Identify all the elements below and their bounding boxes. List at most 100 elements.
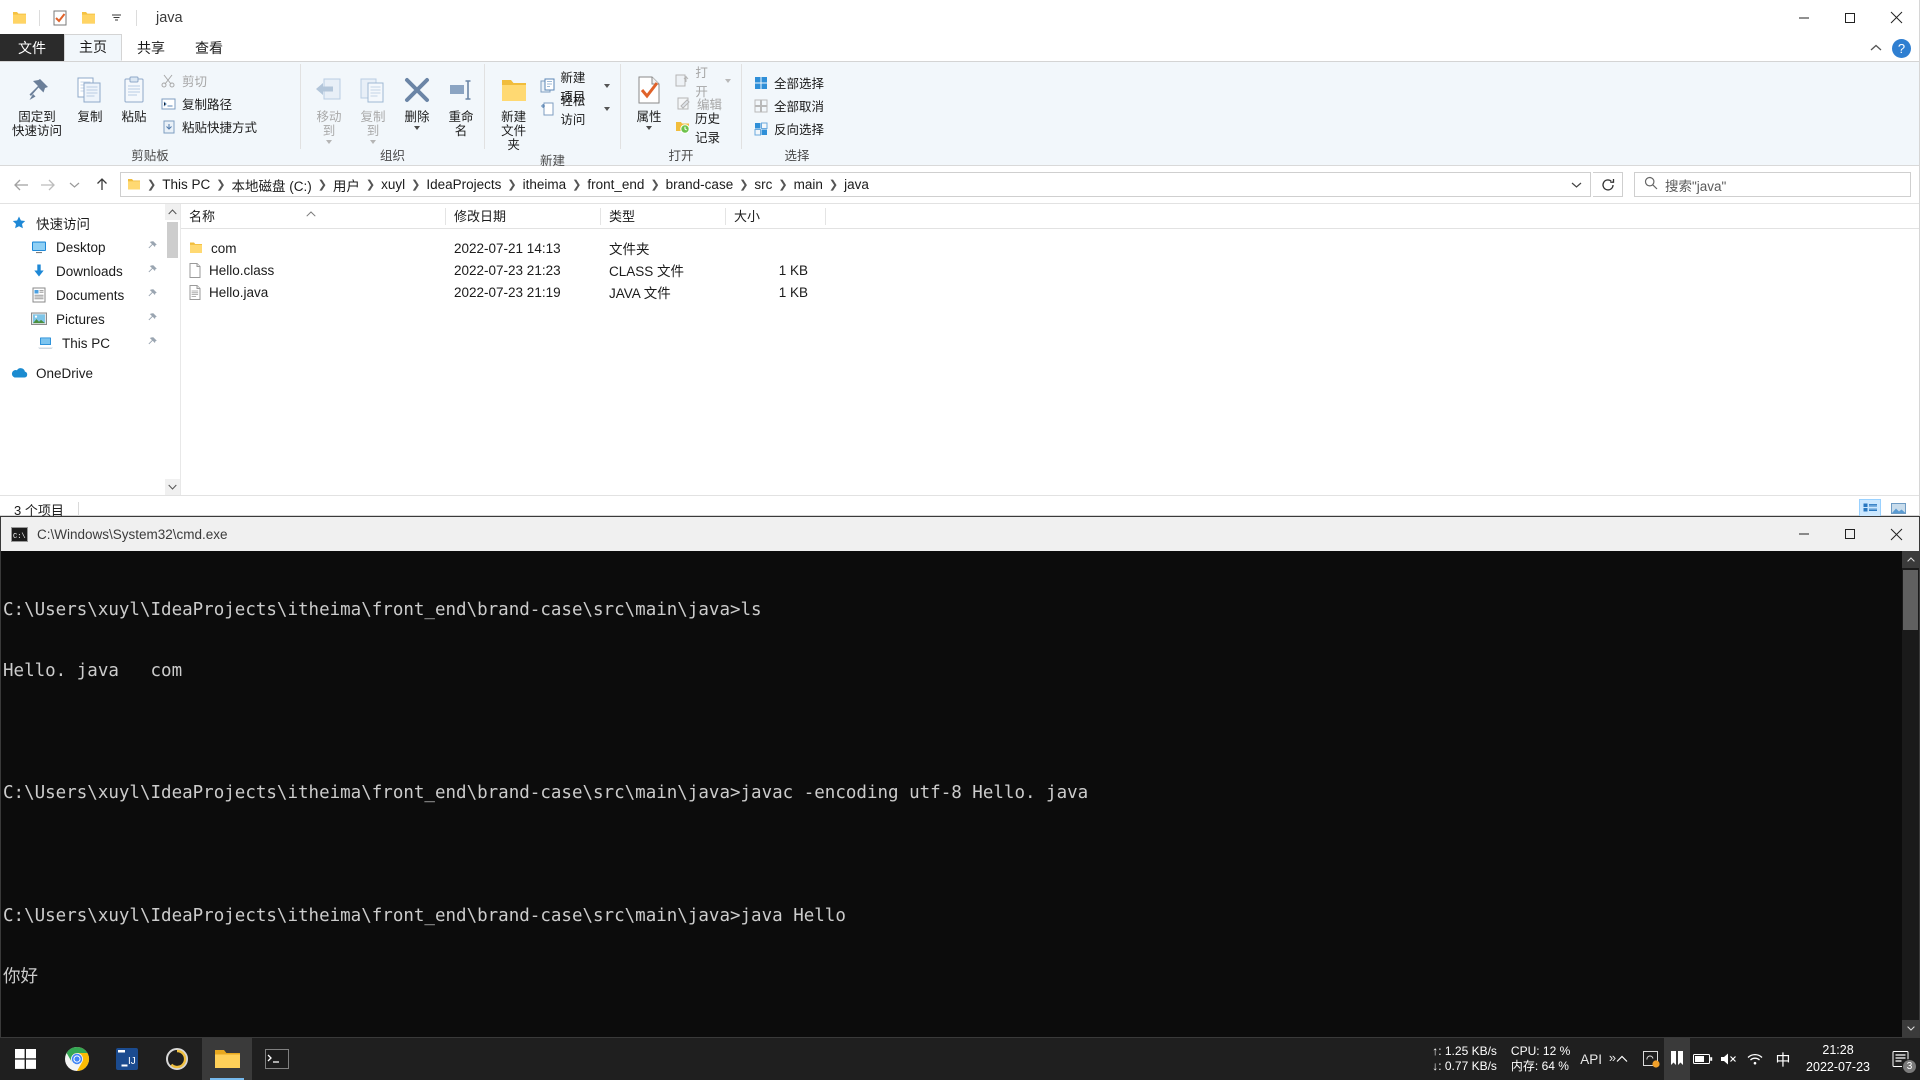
table-row[interactable]: com 2022-07-21 14:13 文件夹 <box>181 237 1919 259</box>
pin-icon[interactable] <box>146 288 158 303</box>
tab-file[interactable]: 文件 <box>0 34 64 61</box>
sidebar-item-pictures[interactable]: Pictures <box>0 307 180 331</box>
sidebar-item-downloads[interactable]: Downloads <box>0 259 180 283</box>
sidebar-item-documents[interactable]: Documents <box>0 283 180 307</box>
delete-button[interactable]: 删除 <box>395 67 439 130</box>
refresh-button[interactable] <box>1593 172 1623 197</box>
chevron-down-icon[interactable] <box>370 140 376 144</box>
breadcrumb-item-5[interactable]: itheima <box>519 175 571 194</box>
table-row[interactable]: Hello.java 2022-07-23 21:19 JAVA 文件 1 KB <box>181 281 1919 303</box>
sidebar-item-quick-access[interactable]: 快速访问 <box>0 211 180 235</box>
breadcrumb-item-2[interactable]: 用户 <box>329 173 364 196</box>
chevron-down-icon[interactable] <box>646 126 652 130</box>
breadcrumb-item-0[interactable]: This PC <box>158 175 214 194</box>
breadcrumb-item-7[interactable]: brand-case <box>662 175 738 194</box>
volume-mute-icon[interactable] <box>1716 1038 1742 1080</box>
pin-icon[interactable] <box>146 336 158 351</box>
move-to-button[interactable]: 移动到 <box>307 67 351 144</box>
properties-button[interactable]: 属性 <box>627 67 671 130</box>
breadcrumb-item-8[interactable]: src <box>750 175 776 194</box>
taskbar-app-spiral[interactable] <box>152 1038 202 1080</box>
select-none-button[interactable]: 全部取消 <box>748 95 828 116</box>
sidebar-item-onedrive[interactable]: OneDrive <box>0 361 180 385</box>
cmd-maximize-button[interactable] <box>1827 517 1873 551</box>
chevron-down-icon[interactable] <box>725 78 731 83</box>
qat-dropdown-icon[interactable] <box>105 7 127 29</box>
sidebar-item-this-pc[interactable]: This PC <box>0 331 180 355</box>
taskbar-file-explorer[interactable] <box>202 1038 252 1080</box>
column-header-type[interactable]: 类型 <box>601 204 726 229</box>
overflow-chevron-icon[interactable]: » <box>1609 1050 1616 1065</box>
navpane-scrollbar[interactable] <box>165 204 180 495</box>
forward-button[interactable] <box>35 172 60 197</box>
folder-icon[interactable] <box>8 7 30 29</box>
easy-access-button[interactable]: 轻松访问 <box>536 94 614 127</box>
breadcrumb-item-1[interactable]: 本地磁盘 (C:) <box>227 173 315 196</box>
pin-to-quick-access-button[interactable]: 固定到 快速访问 <box>6 67 68 138</box>
api-label[interactable]: API » <box>1576 1050 1616 1067</box>
history-button[interactable]: 历史记录 <box>671 112 735 145</box>
taskbar-cmd[interactable] <box>252 1038 302 1080</box>
clock[interactable]: 21:28 2022-07-23 <box>1798 1042 1882 1076</box>
column-header-name[interactable]: 名称 <box>181 204 446 229</box>
console-output[interactable]: C:\Users\xuyl\IdeaProjects\itheima\front… <box>1 551 1919 1037</box>
scroll-down-icon[interactable] <box>1902 1020 1919 1037</box>
breadcrumb-item-9[interactable]: main <box>790 175 827 194</box>
tab-view[interactable]: 查看 <box>180 35 238 61</box>
maximize-button[interactable] <box>1827 0 1873 35</box>
onedrive-sync-icon[interactable] <box>1638 1038 1664 1080</box>
chevron-down-icon[interactable] <box>604 83 610 88</box>
column-header-size[interactable]: 大小 <box>726 204 826 229</box>
chevron-down-icon[interactable] <box>1564 173 1588 196</box>
scrollbar-thumb[interactable] <box>167 222 178 258</box>
breadcrumb-item-6[interactable]: front_end <box>583 175 648 194</box>
search-input[interactable]: 搜索"java" <box>1634 172 1911 197</box>
pin-icon[interactable] <box>146 312 158 327</box>
paste-button[interactable]: 粘贴 <box>112 67 156 124</box>
close-button[interactable] <box>1873 0 1919 35</box>
chevron-down-icon[interactable] <box>414 126 420 130</box>
select-all-button[interactable]: 全部选择 <box>748 72 828 93</box>
tab-share[interactable]: 共享 <box>122 35 180 61</box>
collapse-ribbon-icon[interactable] <box>1870 40 1882 58</box>
battery-icon[interactable] <box>1690 1038 1716 1080</box>
sidebar-item-desktop[interactable]: Desktop <box>0 235 180 259</box>
taskbar-chrome[interactable] <box>52 1038 102 1080</box>
paste-shortcut-button[interactable]: 粘贴快捷方式 <box>156 116 261 137</box>
app-icon-flags[interactable] <box>1664 1038 1691 1080</box>
tab-home[interactable]: 主页 <box>64 34 122 61</box>
up-button[interactable] <box>89 172 114 197</box>
scroll-down-icon[interactable] <box>165 479 180 495</box>
wifi-icon[interactable] <box>1742 1038 1768 1080</box>
back-button[interactable] <box>8 172 33 197</box>
ime-indicator[interactable]: 中 <box>1768 1038 1798 1080</box>
copy-button[interactable]: 复制 <box>68 67 112 124</box>
taskbar-intellij-idea[interactable]: IJ <box>102 1038 152 1080</box>
chevron-down-icon[interactable] <box>326 140 332 144</box>
breadcrumb-item-3[interactable]: xuyl <box>377 175 409 194</box>
minimize-button[interactable] <box>1781 0 1827 35</box>
console-scrollbar[interactable] <box>1902 551 1919 1037</box>
column-header-date[interactable]: 修改日期 <box>446 204 601 229</box>
new-folder-icon[interactable] <box>77 7 99 29</box>
invert-selection-button[interactable]: 反向选择 <box>748 118 828 139</box>
scrollbar-thumb[interactable] <box>1903 570 1918 630</box>
properties-check-icon[interactable] <box>49 7 71 29</box>
copy-to-button[interactable]: 复制到 <box>351 67 395 144</box>
recent-locations-button[interactable] <box>62 172 87 197</box>
new-folder-button[interactable]: 新建 文件夹 <box>491 67 536 152</box>
breadcrumb-item-10[interactable]: java <box>840 175 873 194</box>
cut-button[interactable]: 剪切 <box>156 70 261 91</box>
cpu-memory-stats[interactable]: CPU: 12 % 内存: 64 % <box>1505 1044 1576 1074</box>
breadcrumb-bar[interactable]: ❯ This PC ❯ 本地磁盘 (C:) ❯ 用户 ❯ xuyl ❯ Idea… <box>120 172 1591 197</box>
breadcrumb-item-4[interactable]: IdeaProjects <box>422 175 505 194</box>
copy-path-button[interactable]: 复制路径 <box>156 93 261 114</box>
table-row[interactable]: Hello.class 2022-07-23 21:23 CLASS 文件 1 … <box>181 259 1919 281</box>
windows-start-icon[interactable] <box>0 1038 52 1080</box>
rename-button[interactable]: 重命名 <box>439 67 483 138</box>
network-speed[interactable]: ↑: 1.25 KB/s ↓: 0.77 KB/s <box>1424 1044 1505 1074</box>
help-icon[interactable]: ? <box>1892 39 1911 58</box>
scroll-up-icon[interactable] <box>165 204 180 220</box>
scroll-up-icon[interactable] <box>1902 551 1919 568</box>
pin-icon[interactable] <box>146 264 158 279</box>
